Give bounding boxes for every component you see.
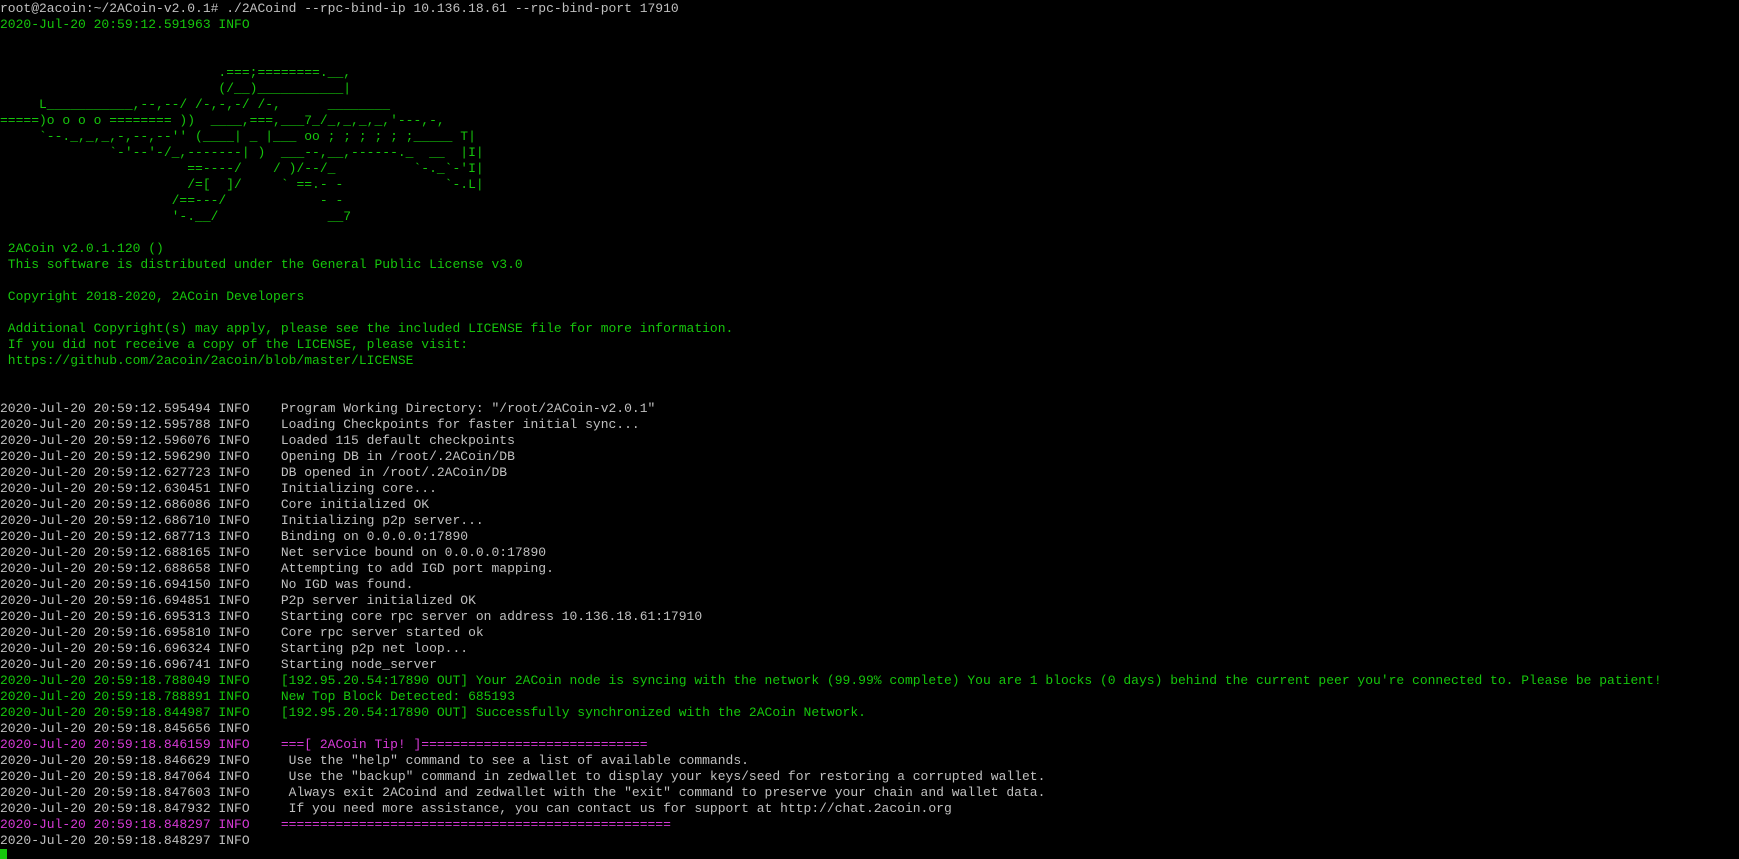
terminal-line: L___________,--,--/ /-,-,-/ /-, ________	[0, 97, 391, 112]
terminal-line: 2020-Jul-20 20:59:12.687713 INFO Binding…	[0, 529, 469, 544]
terminal-line: 2020-Jul-20 20:59:18.848297 INFO =======…	[0, 817, 671, 832]
terminal-line: 2020-Jul-20 20:59:12.688165 INFO Net ser…	[0, 545, 547, 560]
terminal-line: ==----/ / )/--/_ `-._`-'I|	[0, 161, 484, 176]
terminal-line: 2020-Jul-20 20:59:18.844987 INFO [192.95…	[0, 705, 866, 720]
terminal-line: 2020-Jul-20 20:59:12.595788 INFO Loading…	[0, 417, 640, 432]
terminal-line: root@2acoin:~/2ACoin-v2.0.1# ./2ACoind -…	[0, 1, 679, 16]
terminal-line: 2020-Jul-20 20:59:12.595494 INFO Program…	[0, 401, 656, 416]
terminal-line: 2020-Jul-20 20:59:18.847932 INFO If you …	[0, 801, 952, 816]
terminal-line: =====)o o o o ======== )) ____,===,___7_…	[0, 113, 445, 128]
prompt-line[interactable]	[0, 849, 1739, 859]
terminal-line: 2020-Jul-20 20:59:12.688658 INFO Attempt…	[0, 561, 554, 576]
terminal-line: /=[ ]/ ` ==.- - `-.L|	[0, 177, 484, 192]
terminal-line: This software is distributed under the G…	[0, 257, 523, 272]
terminal-line: 2020-Jul-20 20:59:16.696741 INFO Startin…	[0, 657, 437, 672]
terminal-line: 2020-Jul-20 20:59:16.694150 INFO No IGD …	[0, 577, 414, 592]
terminal-line: 2020-Jul-20 20:59:18.846159 INFO ===[ 2A…	[0, 737, 648, 752]
terminal-line: `-'--'-/_,-------| ) ___--,__,------._ _…	[0, 145, 484, 160]
terminal-line: If you did not receive a copy of the LIC…	[0, 337, 469, 352]
terminal-line: 2020-Jul-20 20:59:16.695313 INFO Startin…	[0, 609, 703, 624]
terminal-line: 2020-Jul-20 20:59:18.847603 INFO Always …	[0, 785, 1046, 800]
terminal-line: 2020-Jul-20 20:59:12.591963 INFO	[0, 17, 250, 32]
terminal-line: 2020-Jul-20 20:59:16.696324 INFO Startin…	[0, 641, 469, 656]
terminal-line: 2020-Jul-20 20:59:12.627723 INFO DB open…	[0, 465, 508, 480]
terminal-line: /==---/ - -	[0, 193, 344, 208]
text-cursor	[0, 849, 7, 859]
terminal-line: 2020-Jul-20 20:59:16.695810 INFO Core rp…	[0, 625, 484, 640]
terminal-line: 2020-Jul-20 20:59:18.848297 INFO	[0, 833, 250, 848]
terminal-line: https://github.com/2acoin/2acoin/blob/ma…	[0, 353, 414, 368]
terminal-line: (/__)___________|	[0, 81, 352, 96]
terminal-line: Additional Copyright(s) may apply, pleas…	[0, 321, 734, 336]
terminal-line: 2020-Jul-20 20:59:18.788891 INFO New Top…	[0, 689, 515, 704]
terminal-output[interactable]: root@2acoin:~/2ACoin-v2.0.1# ./2ACoind -…	[0, 1, 1739, 859]
terminal-line: 2020-Jul-20 20:59:12.686710 INFO Initial…	[0, 513, 484, 528]
terminal-line: 2020-Jul-20 20:59:12.596290 INFO Opening…	[0, 449, 515, 464]
terminal-line: 2020-Jul-20 20:59:18.788049 INFO [192.95…	[0, 673, 1662, 688]
terminal-line: `--._,_,_,-,--,--'' (____| _ |___ oo ; ;…	[0, 129, 476, 144]
terminal-line: 2020-Jul-20 20:59:18.845656 INFO	[0, 721, 250, 736]
terminal-line: 2020-Jul-20 20:59:18.846629 INFO Use the…	[0, 753, 749, 768]
terminal-line: 2ACoin v2.0.1.120 ()	[0, 241, 164, 256]
terminal-line: 2020-Jul-20 20:59:12.630451 INFO Initial…	[0, 481, 437, 496]
terminal-line: .===;========.__,	[0, 65, 352, 80]
terminal-line: '-.__/ __7	[0, 209, 352, 224]
terminal-line: 2020-Jul-20 20:59:16.694851 INFO P2p ser…	[0, 593, 476, 608]
terminal-line: 2020-Jul-20 20:59:12.596076 INFO Loaded …	[0, 433, 515, 448]
terminal-line: 2020-Jul-20 20:59:12.686086 INFO Core in…	[0, 497, 430, 512]
terminal-line: 2020-Jul-20 20:59:18.847064 INFO Use the…	[0, 769, 1046, 784]
terminal-line: Copyright 2018-2020, 2ACoin Developers	[0, 289, 305, 304]
